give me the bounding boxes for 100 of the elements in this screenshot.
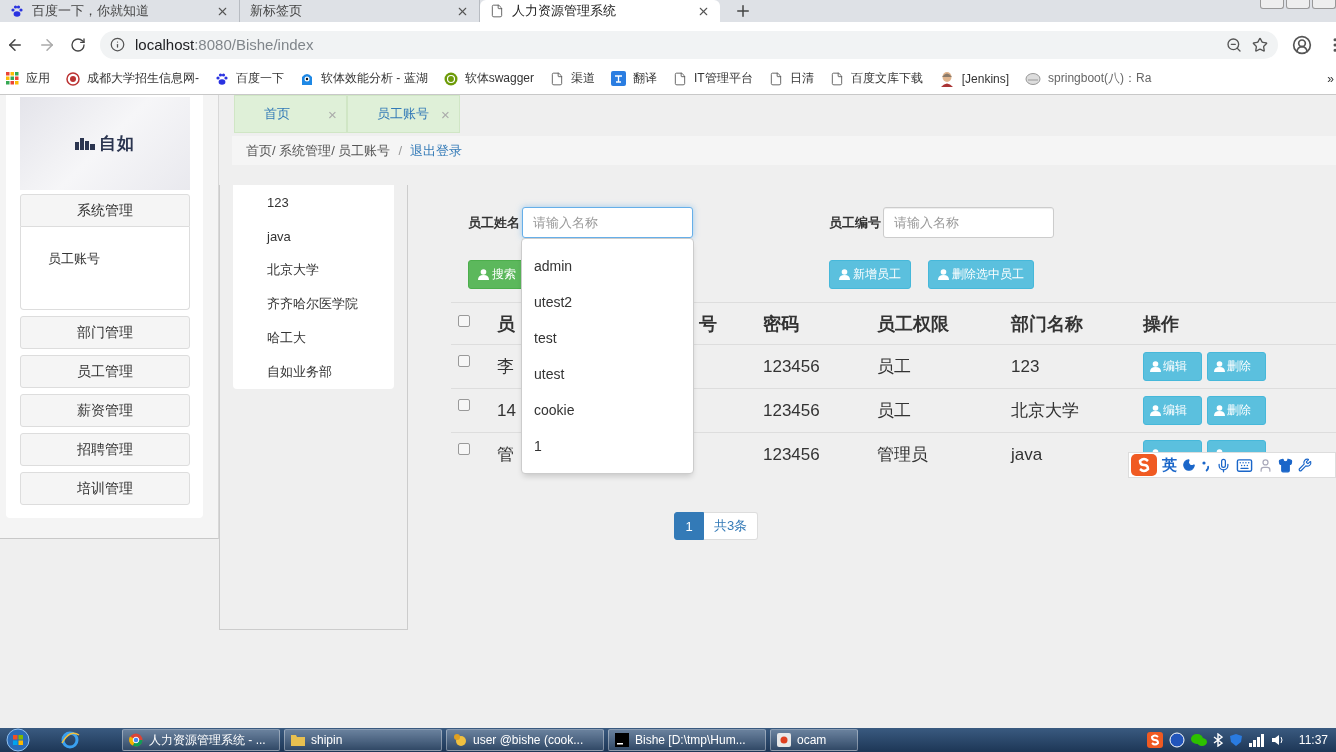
microphone-icon[interactable] (1216, 457, 1231, 473)
department-item[interactable]: 北京大学 (233, 253, 394, 287)
department-item[interactable]: 123 (233, 185, 394, 219)
suggestion-item[interactable]: cookie (522, 392, 693, 428)
shield-icon (1228, 733, 1243, 747)
taskbar-button[interactable]: ocam (770, 729, 858, 751)
keyboard-icon[interactable] (1236, 456, 1253, 474)
column-header: 员 (497, 312, 515, 336)
bookmark-item[interactable]: 翻译 (611, 70, 658, 87)
seal-icon (66, 71, 80, 86)
bookmark-star-icon[interactable] (1252, 36, 1268, 53)
bookmark-item[interactable]: 成都大学招生信息网- (66, 70, 199, 87)
field-label: 员工编号 (829, 213, 881, 232)
reload-icon[interactable] (70, 36, 86, 53)
browser-icon[interactable] (60, 731, 80, 749)
table-cell-text: 管 (497, 444, 514, 466)
bookmark-item[interactable]: IT管理平台 (673, 70, 753, 87)
browser-tab[interactable]: 人力资源管理系统 (480, 0, 720, 22)
department-item[interactable]: java (233, 219, 394, 253)
department-item[interactable]: 哈工大 (233, 321, 394, 355)
suggestion-item[interactable]: 1 (522, 428, 693, 464)
bookmark-item[interactable]: 应用 (6, 70, 50, 87)
column-header: 员工权限 (877, 312, 949, 336)
table-cell-text: 员工 (877, 400, 911, 422)
wrench-icon[interactable] (1298, 458, 1312, 472)
department-item[interactable]: 自如业务部 (233, 355, 394, 389)
taskbar-button[interactable]: shipin (284, 729, 442, 751)
signal-icon (1248, 733, 1265, 747)
column-header: 密码 (763, 312, 799, 336)
shirt-icon[interactable] (1278, 457, 1293, 473)
table-cell-text: 员工 (877, 356, 911, 378)
address-field[interactable]: localhost:8080/Bishe/index (100, 30, 1278, 59)
table-cell: 14 (497, 400, 516, 421)
page-icon (829, 71, 844, 86)
taskbar-button[interactable]: Bishe [D:\tmp\Hum... (608, 729, 766, 751)
building-icon (75, 137, 95, 150)
bookmark-item[interactable]: 软体效能分析 - 蓝湖 (300, 70, 428, 87)
new-tab-icon[interactable] (734, 2, 752, 20)
page-icon (768, 71, 783, 86)
column-header: 操作 (1143, 312, 1179, 336)
suggestion-item[interactable]: test (522, 320, 693, 356)
bookmark-item[interactable]: 日清 (768, 70, 814, 87)
moon-icon[interactable] (1182, 458, 1196, 472)
url-host: localhost (135, 36, 195, 53)
field-label: 员工姓名 (468, 213, 520, 232)
translate-icon (611, 71, 627, 86)
bookmark-item[interactable]: springboot(八)：Ra (1025, 70, 1152, 87)
row-checkbox[interactable] (458, 443, 470, 455)
menu-header[interactable]: 员工管理 (20, 355, 190, 388)
row-checkbox[interactable] (458, 399, 470, 411)
table-cell: java (1011, 444, 1043, 465)
bookmark-item[interactable]: [Jenkins] (938, 70, 1010, 87)
swagger-icon (443, 71, 458, 86)
bookmark-item[interactable]: 百度文库下载 (829, 70, 923, 87)
menu-header[interactable]: 部门管理 (20, 316, 190, 349)
breadcrumb-separator: / (398, 143, 403, 158)
menu-header[interactable]: 薪资管理 (20, 394, 190, 427)
chrome-icon (129, 733, 143, 747)
recorder-icon (777, 733, 791, 747)
cloud-icon (1025, 71, 1042, 86)
logo-text: 自如 (99, 133, 135, 155)
table-cell: 123 (1011, 356, 1040, 377)
page-number[interactable]: 1 (674, 512, 704, 540)
menu-header[interactable]: 培训管理 (20, 472, 190, 505)
menu-header-expanded[interactable]: 系统管理 (20, 194, 190, 227)
table-cell: 123456 (763, 356, 820, 377)
total-count: 共3条 (704, 512, 759, 540)
input-mode[interactable]: 英 (1162, 455, 1177, 475)
folder-icon (291, 734, 305, 746)
url-path: :8080/Bishe/index (194, 36, 314, 53)
submenu-item[interactable]: 员工账号 (48, 251, 100, 266)
page-tab[interactable]: 首页 × (234, 95, 347, 133)
select-all-checkbox[interactable] (458, 315, 470, 327)
profile-icon[interactable] (1292, 34, 1312, 55)
wechat-icon (1190, 733, 1207, 747)
table-cell: 123456 (763, 444, 820, 465)
more-bookmarks[interactable]: » (1327, 72, 1334, 86)
logout-link[interactable]: 退出登录 (410, 141, 463, 160)
suggestion-item[interactable]: utest (522, 356, 693, 392)
table-cell-text: 李 (497, 356, 514, 378)
paw-icon (215, 71, 229, 86)
text-input[interactable]: 请输入名称 (883, 207, 1054, 238)
bookmark-item[interactable]: 软体swagger (443, 70, 535, 87)
taskbar-button[interactable]: user @bishe (cook... (446, 729, 604, 751)
menu-header[interactable]: 招聘管理 (20, 433, 190, 466)
department-item[interactable]: 齐齐哈尔医学院 (233, 287, 394, 321)
info-icon (110, 37, 125, 52)
taskbar-button[interactable]: 人力资源管理系统 - ... (122, 729, 280, 751)
page-tab[interactable]: 员工账号 × (347, 95, 460, 133)
sogou-icon (1146, 732, 1163, 748)
page-icon (490, 4, 504, 18)
paw-icon (10, 4, 24, 18)
apps-grid-icon (6, 72, 19, 85)
bookmark-item[interactable]: 渠道 (550, 70, 596, 87)
row-checkbox[interactable] (458, 355, 470, 367)
bookmark-item[interactable]: 百度一下 (215, 70, 284, 87)
column-header: 号 (699, 312, 717, 336)
text-input[interactable]: 请输入名称 (522, 207, 693, 238)
table-cell-text: 管理员 (877, 444, 928, 466)
zoom-out-icon[interactable] (1226, 36, 1242, 53)
